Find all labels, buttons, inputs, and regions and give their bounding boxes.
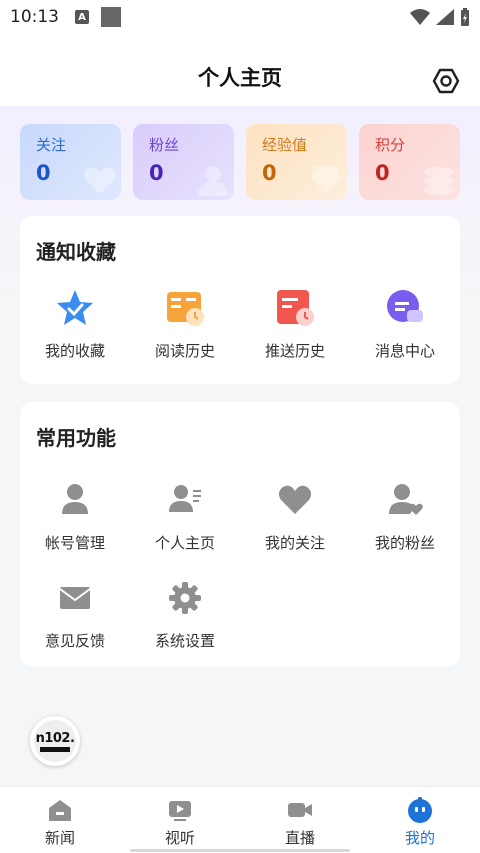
stat-label: 经验值	[262, 136, 308, 154]
menu-item-push-history[interactable]: 推送历史	[240, 288, 350, 361]
radio-logo-bar	[40, 746, 70, 752]
gear-icon	[169, 582, 201, 614]
stats-row: 关注 0 粉丝 0 经验值 0 积分 0	[20, 124, 460, 200]
badge-deco-icon	[311, 166, 341, 194]
menu-item-reading-history[interactable]: 阅读历史	[130, 288, 240, 361]
page-title: 个人主页	[198, 66, 282, 90]
notification-square-icon	[101, 7, 121, 27]
menu-item-label: 推送历史	[264, 342, 325, 360]
stat-label: 积分	[375, 136, 406, 154]
heart-icon	[278, 485, 312, 514]
menu-item-personal-homepage[interactable]: 个人主页	[130, 480, 240, 553]
coins-deco-icon	[424, 167, 454, 195]
smiley-icon	[408, 797, 432, 823]
stat-experience[interactable]: 经验值 0	[246, 124, 347, 200]
menu-item-feedback[interactable]: 意见反馈	[20, 578, 130, 651]
menu-item-label: 我的粉丝	[374, 534, 435, 552]
stat-fans[interactable]: 粉丝 0	[133, 124, 234, 200]
notify-section-card: 通知收藏 我的收藏 阅读历史 推送历史 消息中心	[20, 216, 460, 384]
notification-a-icon: A	[75, 10, 89, 24]
menu-item-label: 意见反馈	[44, 632, 105, 650]
radio-logo-text: n102.	[35, 730, 75, 746]
section-title: 通知收藏	[36, 240, 116, 264]
video-camera-icon	[288, 803, 312, 817]
stat-label: 关注	[36, 136, 67, 154]
profile-card-icon	[169, 485, 201, 512]
play-icon	[169, 801, 191, 821]
menu-item-message-center[interactable]: 消息中心	[350, 288, 460, 361]
radio-logo: n102.	[34, 720, 76, 762]
settings-gear-icon[interactable]	[432, 67, 460, 95]
stat-following[interactable]: 关注 0	[20, 124, 121, 200]
home-indicator	[130, 849, 350, 852]
status-bar: 10:13 A	[0, 0, 480, 34]
star-icon	[57, 290, 93, 325]
stat-points[interactable]: 积分 0	[359, 124, 460, 200]
heart-deco-icon	[84, 167, 116, 194]
signal-icon	[436, 9, 454, 25]
menu-item-my-following[interactable]: 我的关注	[240, 480, 350, 553]
menu-item-label: 我的收藏	[44, 342, 105, 360]
menu-item-favorites[interactable]: 我的收藏	[20, 288, 130, 361]
menu-item-label: 消息中心	[374, 342, 435, 360]
menu-item-label: 帐号管理	[44, 534, 105, 552]
nav-tab-news[interactable]: 新闻	[0, 787, 120, 853]
wifi-icon	[410, 9, 430, 25]
user-icon	[62, 484, 88, 514]
stat-label: 粉丝	[149, 136, 180, 154]
radio-logo-button[interactable]: n102.	[30, 716, 80, 766]
nav-label: 直播	[284, 829, 315, 847]
book-icon	[167, 292, 204, 326]
app-header: 个人主页	[0, 34, 480, 106]
home-icon	[49, 800, 71, 821]
mail-icon	[59, 587, 91, 609]
section-title: 常用功能	[36, 426, 116, 450]
menu-item-system-settings[interactable]: 系统设置	[130, 578, 240, 651]
menu-item-label: 个人主页	[154, 534, 215, 552]
nav-tab-media[interactable]: 视听	[120, 787, 240, 853]
nav-label: 我的	[404, 829, 435, 847]
chat-icon	[387, 290, 423, 322]
bottom-nav: 新闻 视听 直播 我的	[0, 786, 480, 853]
menu-item-label: 系统设置	[154, 632, 215, 650]
menu-item-my-fans[interactable]: 我的粉丝	[350, 480, 460, 553]
menu-item-label: 我的关注	[264, 534, 325, 552]
battery-icon	[461, 8, 469, 26]
nav-tab-live[interactable]: 直播	[240, 787, 360, 853]
common-functions-card: 常用功能 帐号管理 个人主页 我的关注 我的粉丝 意见反馈 系统设置	[20, 402, 460, 666]
calendar-icon	[277, 290, 314, 326]
menu-item-account-management[interactable]: 帐号管理	[20, 480, 130, 553]
user-deco-icon	[198, 166, 228, 196]
user-heart-icon	[389, 484, 423, 515]
status-time: 10:13	[10, 7, 59, 27]
nav-label: 新闻	[44, 829, 75, 847]
menu-item-label: 阅读历史	[154, 342, 215, 360]
nav-label: 视听	[164, 829, 195, 847]
nav-tab-mine[interactable]: 我的	[360, 787, 480, 853]
